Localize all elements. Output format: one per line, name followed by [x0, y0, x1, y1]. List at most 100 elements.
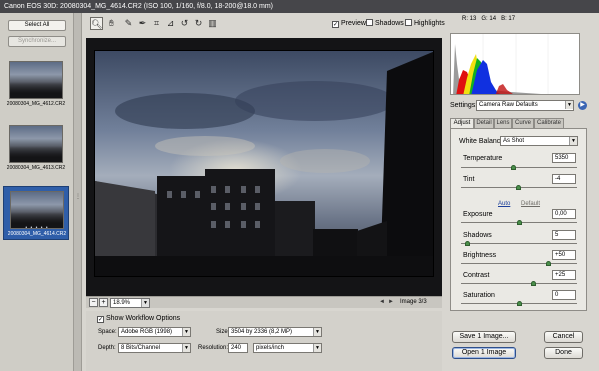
size-value: 3504 by 2336 (8,2 MP) [231, 329, 293, 335]
settings-label: Settings: [450, 102, 478, 109]
resolution-unit-select[interactable]: pixels/inch ▼ [253, 343, 322, 353]
zoom-level-select[interactable]: 18.9% ▼ [110, 298, 150, 308]
chevron-down-icon: ▼ [313, 344, 321, 352]
resolution-unit-value: pixels/inch [256, 345, 285, 351]
shadows-clipping-checkbox[interactable]: Shadows [366, 19, 404, 28]
done-button[interactable]: Done [544, 347, 583, 359]
saturation-slider[interactable] [461, 301, 577, 306]
space-select[interactable]: Adobe RGB (1998) ▼ [118, 327, 191, 337]
open-image-button[interactable]: Open 1 Image [452, 347, 516, 359]
save-image-button[interactable]: Save 1 Image... [452, 331, 516, 343]
preview-label: Preview [341, 20, 366, 27]
brightness-input[interactable]: +50 [552, 250, 576, 260]
rotate-left-icon[interactable]: ↺ [178, 17, 191, 30]
hand-icon[interactable]: ✋︎ [105, 17, 118, 30]
exposure-slider[interactable] [461, 220, 577, 225]
settings-select[interactable]: Camera Raw Defaults ▼ [476, 100, 574, 111]
depth-label: Depth: [98, 345, 116, 351]
shadows-slider[interactable] [461, 241, 577, 246]
slider-handle[interactable] [515, 185, 521, 190]
toolbar: 🔍︎ ✋︎ ✎ ✒ ⌗ ⊿ ↺ ↻ ▥ ✓ Preview Shadows Hig… [84, 15, 445, 33]
exposure-label: Exposure [463, 211, 493, 218]
settings-value: Camera Raw Defaults [479, 102, 538, 108]
image-preview-area[interactable] [86, 38, 442, 296]
shadows-input[interactable]: 5 [552, 230, 576, 240]
adjust-panel: White Balance: As Shot ▼ Temperature 5350… [450, 128, 587, 311]
checkbox-unchecked [405, 19, 412, 26]
thumbnail-caption: 20080304_MG_4614.CR2 [7, 231, 67, 237]
brightness-slider[interactable] [461, 261, 577, 266]
tab-detail[interactable]: Detail [474, 118, 494, 128]
rotate-right-icon[interactable]: ↻ [192, 17, 205, 30]
space-label: Space: [98, 329, 117, 335]
tint-slider[interactable] [461, 185, 577, 190]
zoom-in-button[interactable]: + [99, 298, 108, 307]
tint-label: Tint [463, 176, 475, 183]
size-select[interactable]: 3504 by 2336 (8,2 MP) ▼ [228, 327, 322, 337]
tab-curve[interactable]: Curve [512, 118, 534, 128]
zoom-level-value: 18.9% [113, 300, 131, 306]
saturation-label: Saturation [463, 292, 495, 299]
contrast-input[interactable]: +25 [552, 270, 576, 280]
shadows-label: Shadows [463, 232, 492, 239]
resolution-input[interactable]: 240 [228, 343, 248, 353]
slider-handle[interactable] [517, 301, 522, 306]
checkbox-unchecked [366, 19, 373, 26]
auto-link[interactable]: Auto [498, 201, 510, 207]
next-image-icon[interactable]: ► [388, 299, 394, 305]
settings-menu-icon[interactable]: ▶ [578, 101, 587, 110]
synchronize-button[interactable]: Synchronize... [8, 36, 66, 47]
filmstrip-item[interactable]: 20080304_MG_4613.CR2 [3, 121, 69, 175]
blue-value: B: 17 [501, 16, 516, 22]
slider-track [461, 167, 577, 168]
space-value: Adobe RGB (1998) [121, 329, 173, 335]
exposure-input[interactable]: 0,00 [552, 209, 576, 219]
slider-handle[interactable] [511, 165, 517, 170]
chevron-down-icon: ▼ [569, 137, 577, 145]
checkbox-checked: ✓ [97, 316, 104, 323]
tab-calibrate[interactable]: Calibrate [534, 118, 564, 128]
shadows-clipping-label: Shadows [375, 20, 404, 27]
preview-photo[interactable] [94, 50, 434, 277]
slider-handle[interactable] [464, 241, 470, 246]
image-count: Image 3/3 [400, 299, 427, 305]
filmstrip-resize-handle[interactable]: ⋮ [74, 13, 82, 371]
chevron-down-icon: ▼ [313, 328, 321, 336]
color-sampler-icon[interactable]: ✒ [136, 17, 149, 30]
zoom-icon[interactable]: 🔍︎ [90, 17, 103, 30]
cancel-button[interactable]: Cancel [544, 331, 583, 343]
histogram [450, 33, 580, 95]
previous-image-icon[interactable]: ◄ [379, 299, 385, 305]
highlights-clipping-checkbox[interactable]: Highlights [405, 19, 445, 28]
temperature-slider[interactable] [461, 165, 577, 170]
temperature-input[interactable]: 5350 [552, 153, 576, 163]
white-balance-select[interactable]: As Shot ▼ [500, 136, 578, 146]
slider-handle[interactable] [517, 220, 522, 225]
contrast-label: Contrast [463, 272, 490, 279]
trash-icon[interactable]: ▥ [206, 17, 219, 30]
slider-handle[interactable] [546, 261, 551, 266]
straighten-icon[interactable]: ⊿ [164, 17, 177, 30]
default-link[interactable]: Default [521, 201, 540, 207]
select-all-button[interactable]: Select All [8, 20, 66, 31]
slider-track [461, 283, 577, 284]
crop-icon[interactable]: ⌗ [150, 17, 163, 30]
thumbnail-caption: 20080304_MG_4613.CR2 [6, 165, 66, 171]
zoom-out-button[interactable]: − [89, 298, 98, 307]
filmstrip-item[interactable]: 20080304_MG_4612.CR2 [3, 57, 69, 111]
slider-handle[interactable] [530, 281, 536, 286]
green-value: G: 14 [481, 16, 497, 22]
zoom-bar: − + 18.9% ▼ ◄ ► Image 3/3 [86, 296, 442, 308]
preview-checkbox[interactable]: ✓ Preview [332, 19, 366, 28]
show-workflow-options-checkbox[interactable]: ✓ Show Workflow Options [97, 314, 180, 323]
workflow-options-panel: ✓ Show Workflow Options Space: Adobe RGB … [86, 311, 442, 371]
resolution-label: Resolution: [198, 345, 229, 351]
filmstrip-item-selected[interactable]: • • • • • 20080304_MG_4614.CR2 [3, 186, 69, 240]
white-balance-icon[interactable]: ✎ [122, 17, 135, 30]
saturation-input[interactable]: 0 [552, 290, 576, 300]
tab-lens[interactable]: Lens [494, 118, 512, 128]
depth-select[interactable]: 8 Bits/Channel ▼ [118, 343, 191, 353]
tint-input[interactable]: -4 [552, 174, 576, 184]
grip-icon: ⋮ [75, 194, 81, 200]
contrast-slider[interactable] [461, 281, 577, 286]
